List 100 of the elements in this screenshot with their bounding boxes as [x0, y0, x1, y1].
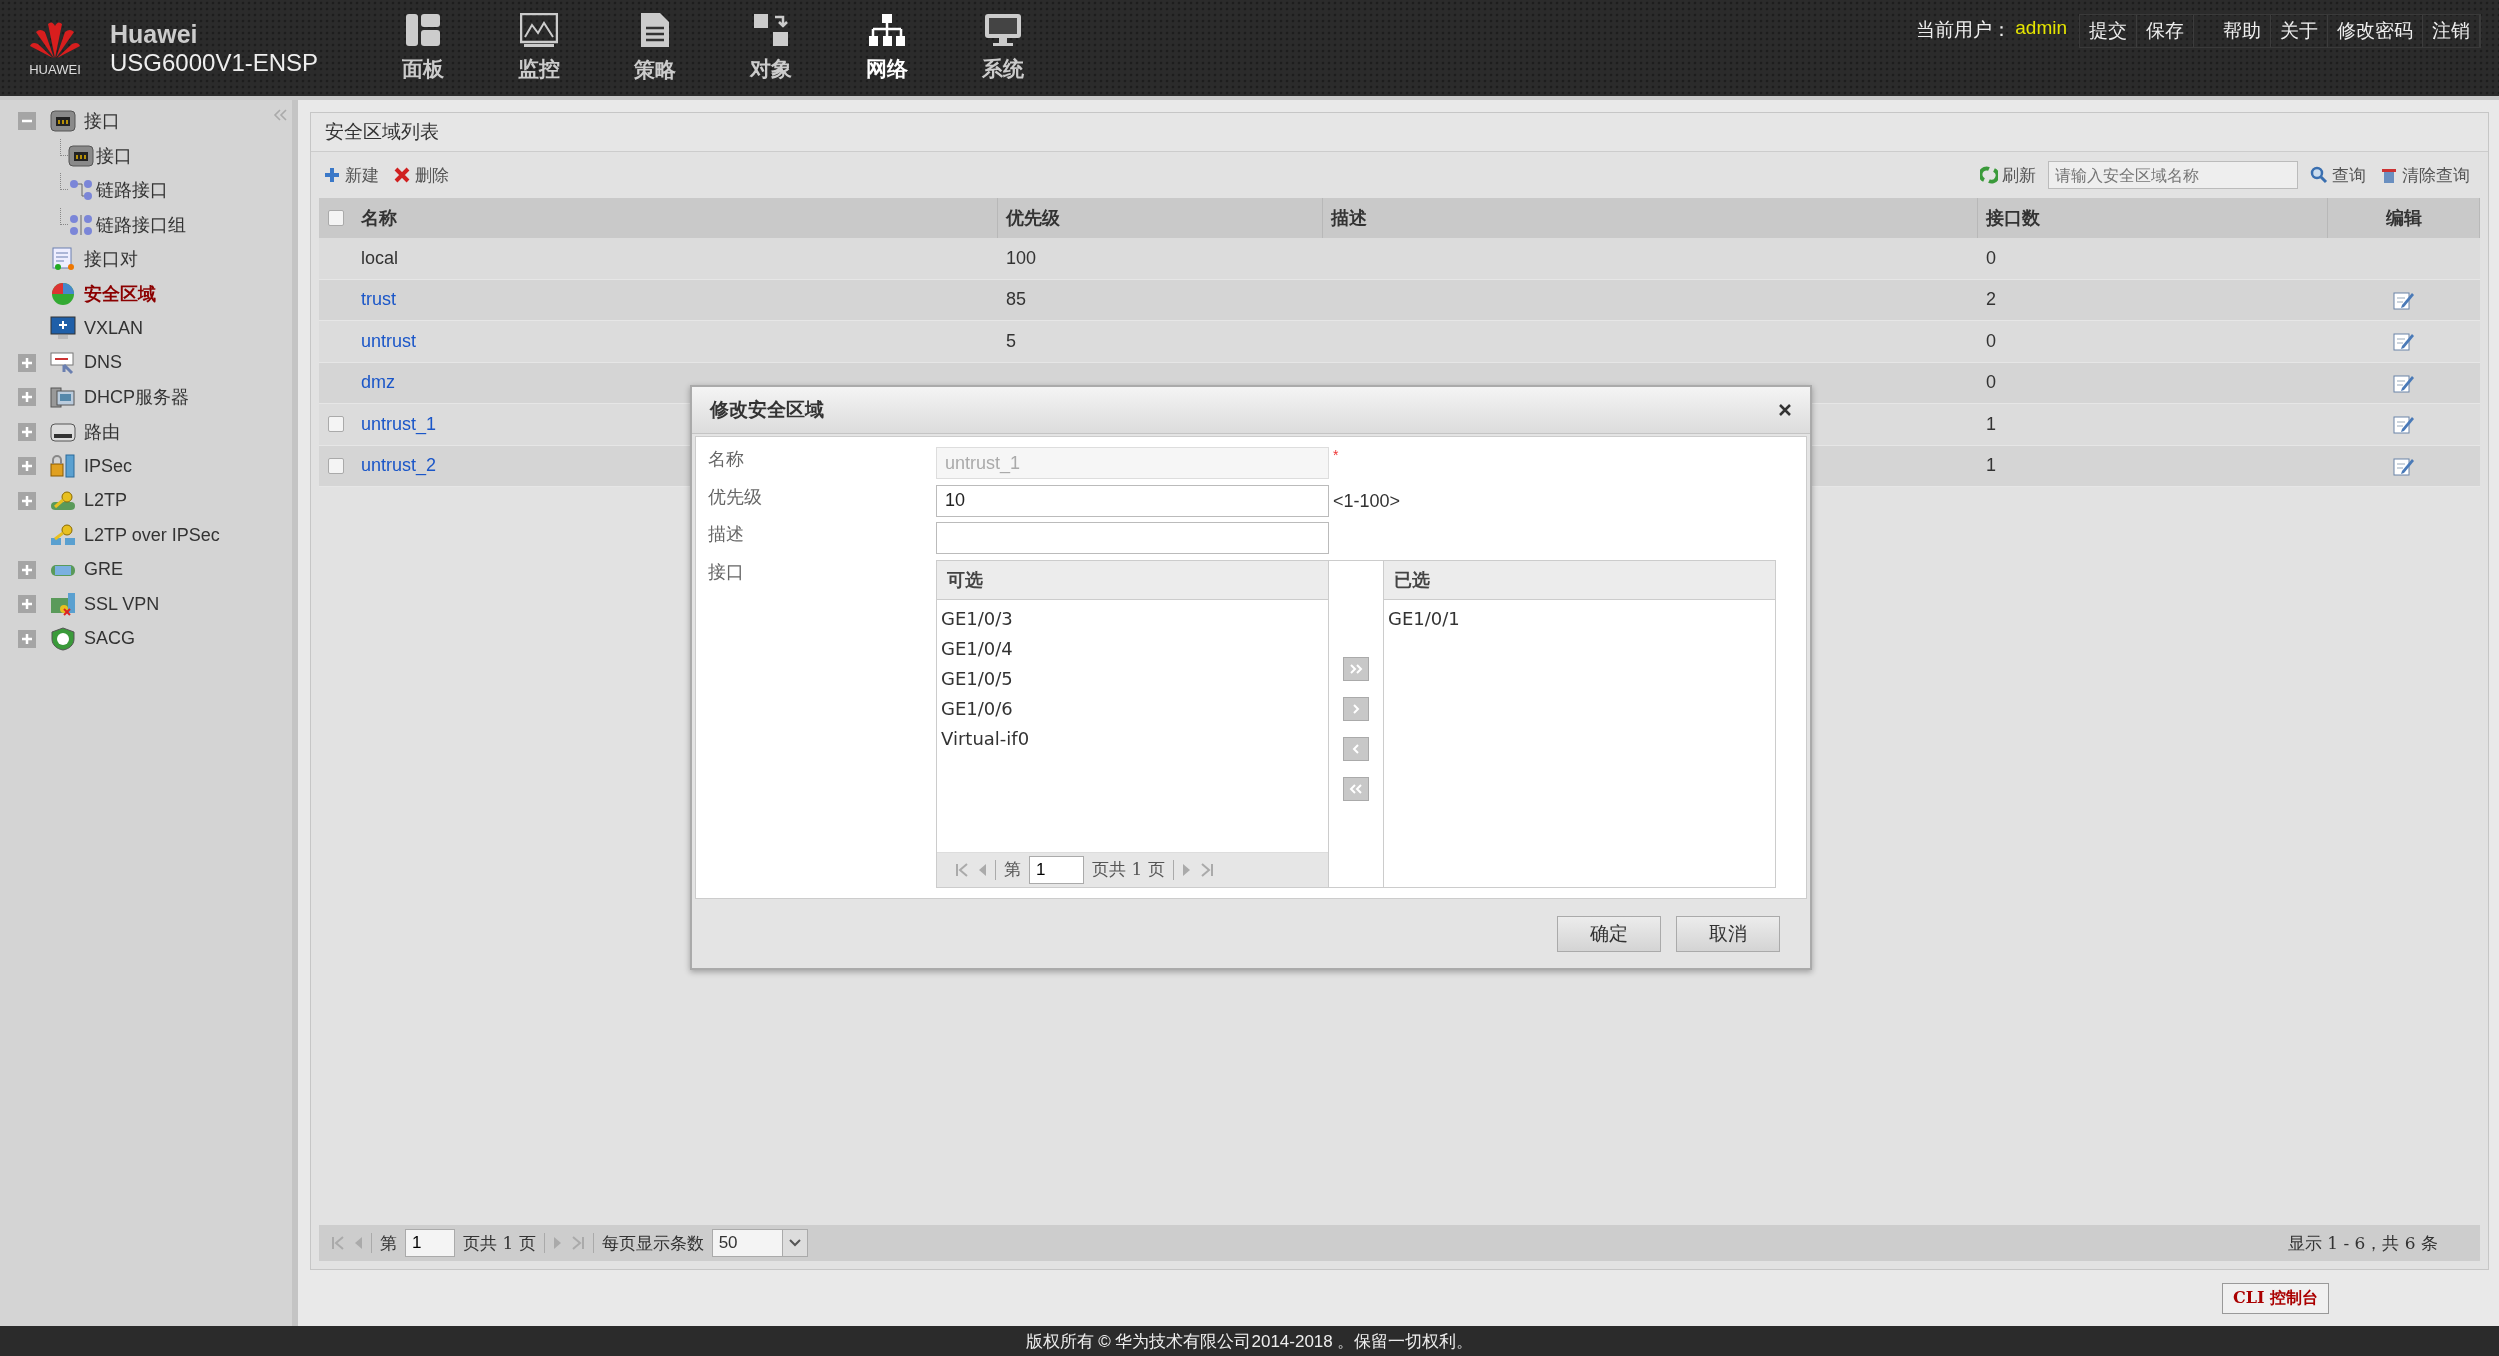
refresh-button[interactable]: 刷新 [1976, 161, 2040, 189]
header-link[interactable]: 注销 [2423, 15, 2480, 47]
user-name: admin [2015, 16, 2067, 39]
table-row[interactable]: untrust 5 0 [319, 321, 2480, 363]
nav-tab[interactable]: 策略 [597, 0, 713, 96]
tree-item[interactable]: SSL VPN [84, 593, 160, 615]
nav-tab[interactable]: 网络 [829, 0, 945, 96]
tree-item[interactable]: 路由 [84, 419, 120, 444]
expand-icon[interactable] [18, 560, 36, 579]
expand-icon[interactable] [18, 595, 36, 614]
header-link[interactable]: 保存 [2137, 15, 2194, 47]
ok-button[interactable]: 确定 [1557, 915, 1661, 952]
header-link[interactable]: 帮助 [2214, 15, 2271, 47]
next-page-icon[interactable] [1181, 862, 1192, 877]
text-field[interactable] [936, 522, 1329, 554]
page-field[interactable]: 1 [1029, 855, 1084, 884]
previous-page-icon[interactable] [353, 1236, 363, 1250]
tree-item[interactable]: GRE [84, 559, 123, 581]
trash-icon [2380, 166, 2398, 184]
nav-tab[interactable]: 对象 [713, 0, 829, 96]
table-row[interactable]: local 100 0 [319, 238, 2480, 280]
tree-item[interactable]: 接口 [84, 109, 120, 134]
first-page-icon[interactable] [955, 862, 969, 877]
text-field[interactable]: 10 [936, 484, 1329, 517]
tree-item[interactable]: SACG [84, 628, 135, 650]
add-all-button[interactable] [1343, 656, 1369, 681]
tree-item[interactable]: 接口 [96, 143, 132, 168]
lock-icon [50, 454, 76, 479]
last-page-icon[interactable] [1199, 862, 1214, 877]
zone-name[interactable]: untrust_1 [361, 413, 437, 435]
new-button[interactable]: 新建 [319, 161, 383, 189]
expand-icon[interactable] [18, 629, 36, 648]
add-button[interactable] [1343, 696, 1369, 721]
remove-button[interactable] [1343, 736, 1369, 761]
row-checkbox[interactable] [328, 457, 344, 474]
list-item[interactable]: GE1/0/1 [1388, 603, 1771, 634]
select-all-checkbox[interactable] [328, 210, 344, 226]
expand-icon[interactable] [18, 353, 36, 372]
list-item[interactable]: GE1/0/6 [941, 693, 1324, 724]
edit-icon[interactable] [2393, 289, 2415, 310]
refresh-icon [1980, 166, 1998, 184]
tree-item[interactable]: 链路接口 [96, 178, 168, 203]
range-hint: <1-100> [1333, 489, 1401, 512]
table-row[interactable]: trust 85 2 [319, 279, 2480, 321]
search-field[interactable]: 请输入安全区域名称 [2048, 161, 2298, 189]
list-item[interactable]: GE1/0/5 [941, 663, 1324, 694]
dns-icon [50, 350, 76, 375]
edit-icon[interactable] [2393, 455, 2415, 476]
objects-icon [753, 13, 789, 47]
edit-icon[interactable] [2393, 372, 2415, 393]
zone-name[interactable]: untrust [361, 330, 417, 352]
remove-all-button[interactable] [1343, 776, 1369, 801]
previous-page-icon[interactable] [977, 862, 987, 877]
zone-name[interactable]: trust [361, 289, 396, 311]
cancel-button[interactable]: 取消 [1676, 915, 1780, 952]
table-cell: 0 [1986, 372, 1996, 394]
expand-icon[interactable] [18, 457, 36, 476]
tree-item[interactable]: DHCP服务器 [84, 385, 189, 410]
tree-item[interactable]: IPSec [84, 455, 133, 477]
delete-button[interactable]: 删除 [389, 161, 453, 189]
list-item[interactable]: GE1/0/3 [941, 603, 1324, 634]
search-button[interactable]: 查询 [2306, 161, 2370, 189]
list-item[interactable]: Virtual-if0 [941, 723, 1324, 754]
nav-tab[interactable]: 面板 [365, 0, 481, 96]
last-page-icon[interactable] [570, 1236, 585, 1250]
certificate-icon [50, 592, 76, 617]
page-label: 第 [1004, 858, 1021, 881]
first-page-icon[interactable] [331, 1236, 345, 1250]
tree-item[interactable]: 接口对 [84, 247, 138, 272]
nav-tab[interactable]: 系统 [945, 0, 1061, 96]
expand-icon[interactable] [18, 388, 36, 407]
tree-item[interactable]: 链路接口组 [96, 212, 186, 237]
page-size-label: 每页显示条数 [601, 1231, 704, 1255]
edit-icon[interactable] [2393, 331, 2415, 352]
page-field[interactable]: 1 [405, 1229, 455, 1257]
header-link[interactable]: 修改密码 [2328, 15, 2423, 47]
row-checkbox[interactable] [328, 416, 344, 433]
cli-console-button[interactable]: CLI 控制台 [2221, 1282, 2329, 1314]
network-icon [868, 13, 906, 47]
tree-item[interactable]: DNS [84, 352, 122, 374]
collapse-icon[interactable] [272, 108, 288, 122]
expand-icon[interactable] [18, 422, 36, 441]
header-link[interactable]: 关于 [2271, 15, 2328, 47]
header-link[interactable]: 提交 [2080, 15, 2137, 47]
clear-search-button[interactable]: 清除查询 [2376, 161, 2474, 189]
edit-icon[interactable] [2393, 414, 2415, 435]
tree-item[interactable]: VXLAN [84, 317, 144, 339]
tree-item[interactable]: 安全区域 [84, 281, 156, 306]
tree-item[interactable]: L2TP [84, 490, 128, 512]
zone-name[interactable]: dmz [361, 372, 395, 394]
nav-tab[interactable]: 监控 [481, 0, 597, 96]
next-page-icon[interactable] [552, 1236, 563, 1250]
page-size-select[interactable]: 50 [711, 1229, 808, 1257]
collapse-icon[interactable] [18, 112, 36, 131]
zone-name[interactable]: untrust_2 [361, 455, 437, 477]
tree-item[interactable]: L2TP over IPSec [84, 524, 220, 546]
monitor-icon [984, 13, 1022, 47]
table-cell: 5 [1006, 330, 1016, 352]
expand-icon[interactable] [18, 491, 36, 510]
list-item[interactable]: GE1/0/4 [941, 633, 1324, 664]
